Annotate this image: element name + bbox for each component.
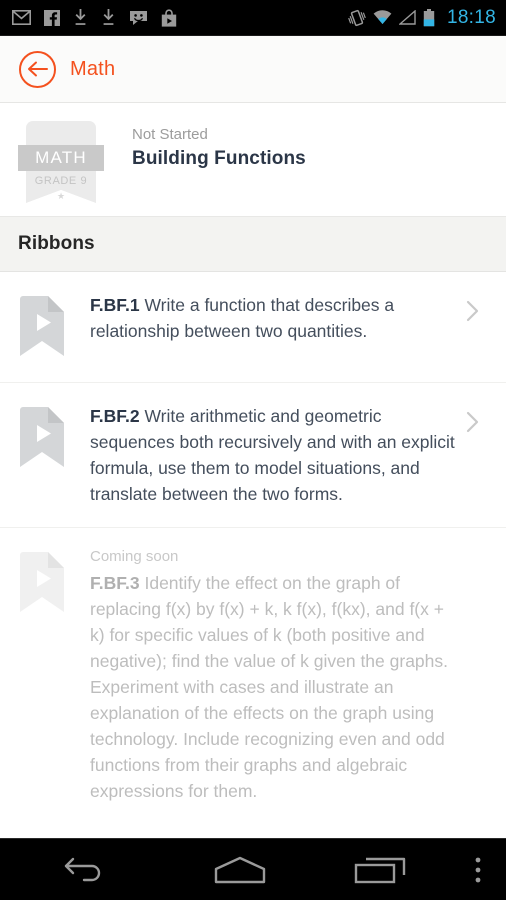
- app-bar: Math: [0, 36, 506, 103]
- signal-icon: [398, 10, 416, 25]
- list-item[interactable]: F.BF.2 Write arithmetic and geometric se…: [0, 383, 506, 528]
- facebook-icon: [44, 9, 60, 26]
- ribbon-code: F.BF.2: [90, 406, 140, 426]
- app-root: 18:18 Math MATH GRADE 9 ★ Not Started Bu…: [0, 0, 506, 900]
- ribbon-play-icon-disabled: [18, 548, 76, 618]
- battery-icon: [423, 8, 435, 26]
- chevron-placeholder: [466, 548, 492, 556]
- ribbon-list: F.BF.1 Write a function that describes a…: [0, 272, 506, 824]
- section-header-label: Ribbons: [18, 233, 95, 254]
- badge-subject-band: MATH: [18, 145, 104, 171]
- badge-subject-label: MATH: [35, 148, 87, 167]
- chevron-right-icon[interactable]: [466, 292, 492, 327]
- status-bar: 18:18: [0, 0, 506, 36]
- ribbon-description: F.BF.2 Write arithmetic and geometric se…: [90, 403, 456, 507]
- list-item-body: F.BF.2 Write arithmetic and geometric se…: [76, 403, 466, 507]
- list-item[interactable]: F.BF.1 Write a function that describes a…: [0, 272, 506, 383]
- status-bar-clock: 18:18: [446, 6, 496, 28]
- download-icon: [75, 9, 86, 25]
- status-badge: Coming soon: [90, 548, 179, 565]
- course-header: MATH GRADE 9 ★ Not Started Building Func…: [0, 103, 506, 216]
- ribbon-code: F.BF.3: [90, 573, 140, 593]
- wifi-icon: [373, 10, 392, 24]
- vibrate-icon: [348, 9, 366, 26]
- ribbon-play-icon: [18, 292, 76, 362]
- ribbon-standard-text: Identify the effect on the graph of repl…: [90, 573, 449, 801]
- back-button[interactable]: Math: [19, 50, 116, 88]
- badge-star-icon: ★: [56, 191, 66, 201]
- page-title: Building Functions: [132, 148, 306, 169]
- ribbon-play-icon: [18, 403, 76, 473]
- list-item-body: Coming soon F.BF.3 Identify the effect o…: [76, 548, 466, 804]
- status-bar-system-icons: 18:18: [348, 7, 496, 29]
- ribbon-code: F.BF.1: [90, 295, 140, 315]
- section-header-ribbons: Ribbons: [0, 216, 506, 272]
- android-back-icon[interactable]: [0, 855, 170, 885]
- badge-grade-label: GRADE 9: [34, 175, 88, 187]
- list-item: Coming soon F.BF.3 Identify the effect o…: [0, 528, 506, 824]
- ribbon-description: F.BF.1 Write a function that describes a…: [90, 292, 456, 344]
- android-overflow-icon[interactable]: [450, 855, 506, 885]
- chevron-right-icon[interactable]: [466, 403, 492, 438]
- ribbon-standard-text: Write arithmetic and geometric sequences…: [90, 406, 455, 504]
- course-text-block: Not Started Building Functions: [104, 119, 306, 170]
- messaging-icon: [130, 10, 147, 25]
- android-recents-icon[interactable]: [310, 855, 450, 885]
- list-item-body: F.BF.1 Write a function that describes a…: [76, 292, 466, 344]
- app-bar-title: Math: [70, 57, 116, 80]
- play-store-icon: [161, 8, 177, 27]
- download-icon: [103, 9, 114, 25]
- gmail-icon: [12, 10, 31, 25]
- course-badge: MATH GRADE 9 ★: [18, 119, 104, 207]
- back-arrow-icon: [19, 50, 56, 88]
- course-status: Not Started: [132, 126, 208, 143]
- android-navigation-bar: [0, 838, 506, 900]
- android-home-icon[interactable]: [170, 855, 310, 885]
- status-bar-notification-icons: [12, 8, 348, 27]
- ribbon-description: F.BF.3 Identify the effect on the graph …: [90, 570, 456, 804]
